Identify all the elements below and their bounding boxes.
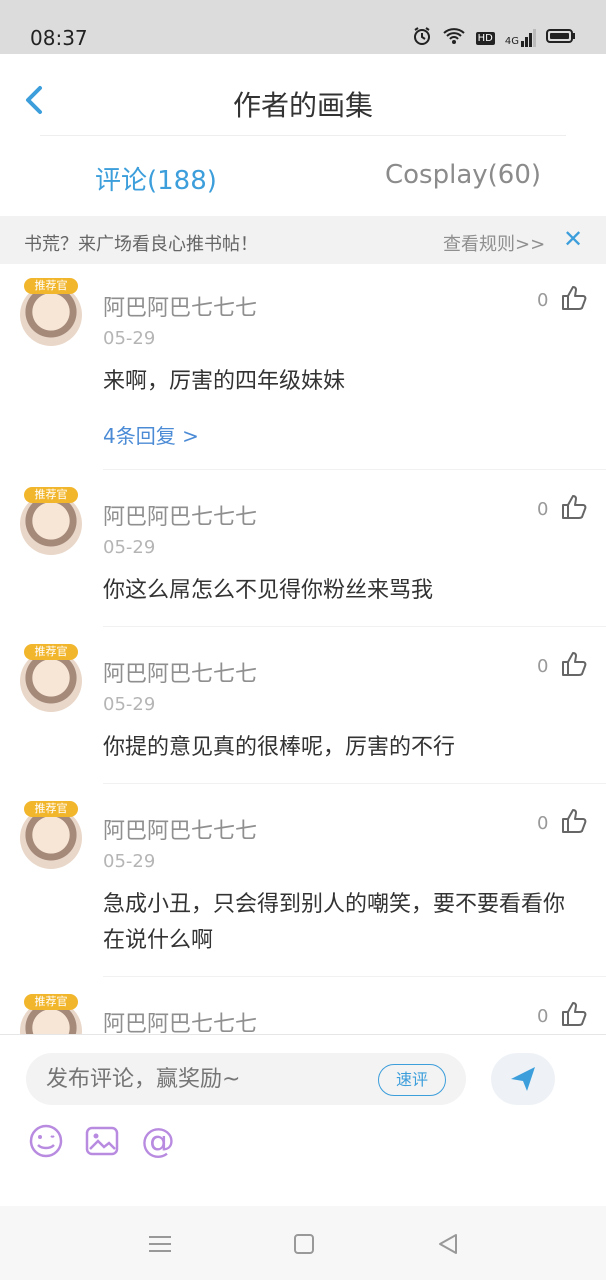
like-count: 0 xyxy=(537,656,549,677)
comment-username[interactable]: 阿巴阿巴七七七 xyxy=(103,499,257,531)
emoji-icon[interactable] xyxy=(26,1121,66,1161)
wifi-icon xyxy=(442,27,466,49)
4g-signal-icon: 4G xyxy=(505,29,536,47)
system-navigation-bar xyxy=(0,1206,606,1280)
comment-date: 05-29 xyxy=(103,328,156,349)
thumbs-up-icon[interactable] xyxy=(560,1000,588,1028)
network-type-label: 4G xyxy=(504,36,519,47)
top-nav-bar: 作者的画集 xyxy=(0,54,606,136)
alarm-icon xyxy=(412,26,432,50)
recommender-badge: 推荐官 xyxy=(24,278,78,294)
battery-icon xyxy=(546,28,576,48)
comment-username[interactable]: 阿巴阿巴七七七 xyxy=(103,813,257,845)
like-count: 0 xyxy=(537,499,549,520)
like-count: 0 xyxy=(537,813,549,834)
send-icon xyxy=(511,1067,535,1091)
comment-date: 05-29 xyxy=(103,694,156,715)
home-icon[interactable] xyxy=(291,1232,319,1256)
divider xyxy=(103,469,606,470)
status-icons: HD 4G xyxy=(412,26,576,50)
menu-icon[interactable] xyxy=(146,1232,174,1256)
status-time: 08:37 xyxy=(30,26,88,50)
like-count: 0 xyxy=(537,1006,549,1027)
comment-text: 急成小丑，只会得到别人的嘲笑，要不要看看你在说什么啊 xyxy=(103,892,566,953)
hd-icon: HD xyxy=(475,31,495,45)
thumbs-up-icon[interactable] xyxy=(560,650,588,678)
comment-username[interactable]: 阿巴阿巴七七七 xyxy=(103,656,257,688)
comment-composer: 速评 @ xyxy=(0,1034,606,1207)
comment-text: 你提的意见真的很棒呢，厉害的不行 xyxy=(103,735,456,760)
comment-username[interactable]: 阿巴阿巴七七七 xyxy=(103,1006,257,1034)
divider xyxy=(103,783,606,784)
comment-item: 推荐官 阿巴阿巴七七七 05-29 你提的意见真的很棒呢，厉害的不行 0 xyxy=(0,630,606,784)
comment-text: 来啊，厉害的四年级妹妹 xyxy=(103,369,346,394)
thumbs-up-icon[interactable] xyxy=(560,807,588,835)
comment-item: 推荐官 阿巴阿巴七七七 05-29 你这么屌怎么不见得你粉丝来骂我 0 xyxy=(0,473,606,627)
quick-review-button[interactable]: 速评 xyxy=(378,1064,446,1096)
tab-cosplay[interactable]: Cosplay(60) xyxy=(385,160,541,190)
image-icon[interactable] xyxy=(82,1121,122,1161)
tab-comments[interactable]: 评论(188) xyxy=(95,160,217,197)
divider xyxy=(103,976,606,977)
recommender-badge: 推荐官 xyxy=(24,801,78,817)
recommender-badge: 推荐官 xyxy=(24,994,78,1010)
at-icon[interactable]: @ xyxy=(138,1121,178,1161)
replies-link[interactable]: 4条回复 > xyxy=(103,420,199,449)
send-button[interactable] xyxy=(491,1053,555,1105)
thumbs-up-icon[interactable] xyxy=(560,284,588,312)
comment-username[interactable]: 阿巴阿巴七七七 xyxy=(103,290,257,322)
close-icon[interactable]: ✕ xyxy=(563,225,583,253)
back-triangle-icon[interactable] xyxy=(434,1232,462,1256)
like-count: 0 xyxy=(537,290,549,311)
comment-item: 推荐官 阿巴阿巴七七七 05-29 急成小丑，只会得到别人的嘲笑，要不要看看你在… xyxy=(0,787,606,977)
comment-item: 推荐官 阿巴阿巴七七七 05-29 来啊，厉害的四年级妹妹 4条回复 > 0 xyxy=(0,264,606,470)
comment-item: 推荐官 阿巴阿巴七七七 0 xyxy=(0,980,606,1034)
status-bar: 08:37 HD 4G xyxy=(0,0,606,54)
notice-text[interactable]: 书荒？来广场看良心推书帖！ xyxy=(24,230,258,256)
tab-bar: 评论(188) Cosplay(60) xyxy=(0,136,606,216)
view-rules-link[interactable]: 查看规则>> xyxy=(443,230,545,256)
thumbs-up-icon[interactable] xyxy=(560,493,588,521)
notice-banner: 书荒？来广场看良心推书帖！ 查看规则>> ✕ xyxy=(0,216,606,264)
comment-date: 05-29 xyxy=(103,851,156,872)
recommender-badge: 推荐官 xyxy=(24,487,78,503)
page-title: 作者的画集 xyxy=(232,89,373,122)
comment-date: 05-29 xyxy=(103,537,156,558)
divider xyxy=(103,626,606,627)
recommender-badge: 推荐官 xyxy=(24,644,78,660)
comment-text: 你这么屌怎么不见得你粉丝来骂我 xyxy=(103,578,434,603)
